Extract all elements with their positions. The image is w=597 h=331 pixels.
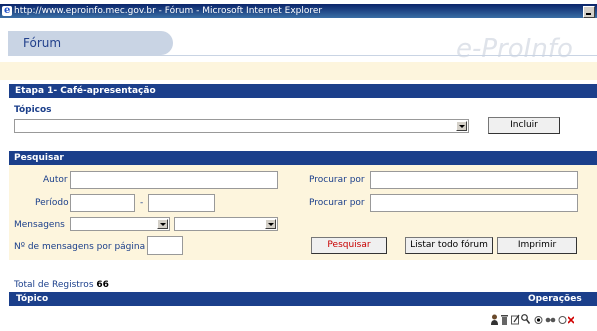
total-records-label: Total de Registros <box>14 280 94 290</box>
mensagens-select-1[interactable] <box>70 217 170 231</box>
column-header-topico: Tópico <box>16 294 49 304</box>
imprimir-button[interactable]: Imprimir <box>497 237 577 254</box>
autor-input[interactable] <box>70 171 278 189</box>
forum-tab-label: Fórum <box>23 36 62 50</box>
edit-icon[interactable] <box>511 314 520 325</box>
user-icon[interactable] <box>490 314 499 325</box>
etapa-title: Etapa 1- Café-apresentação <box>15 86 156 96</box>
search-icon[interactable] <box>521 314 530 325</box>
mensagens-select-2[interactable] <box>174 217 278 231</box>
header-band <box>0 62 597 80</box>
browser-titlebar: e http://www.eproinfo.mec.gov.br - Fórum… <box>0 4 597 18</box>
procurar-input-2[interactable] <box>370 194 578 212</box>
listar-todo-forum-button[interactable]: Listar todo fórum <box>405 237 493 254</box>
window-title: http://www.eproinfo.mec.gov.br - Fórum -… <box>14 6 323 16</box>
search-section-title: Pesquisar <box>14 153 64 163</box>
eproinfo-logo: e-ProInfo <box>456 34 573 64</box>
chevron-down-icon[interactable] <box>456 121 467 131</box>
procurar-label-1: Procurar por <box>309 175 365 185</box>
results-table-header <box>9 292 597 306</box>
topicos-label: Tópicos <box>14 105 52 115</box>
delete-icon[interactable] <box>500 314 509 325</box>
topicos-select[interactable] <box>14 119 469 133</box>
radio-icon[interactable] <box>558 314 567 325</box>
procurar-input-1[interactable] <box>370 171 578 189</box>
periodo-label: Período <box>35 198 69 208</box>
ie-icon: e <box>2 5 12 16</box>
total-records-value: 66 <box>96 280 109 290</box>
glasses-icon[interactable] <box>545 314 556 325</box>
header-divider <box>8 55 597 56</box>
periodo-start-input[interactable] <box>70 194 135 212</box>
chevron-down-icon[interactable] <box>157 219 168 229</box>
msgs-per-page-input[interactable] <box>147 236 183 255</box>
total-records: Total de Registros 66 <box>14 280 109 290</box>
autor-label: Autor <box>43 175 68 185</box>
mensagens-label: Mensagens <box>14 220 65 230</box>
periodo-separator: - <box>140 198 144 208</box>
close-icon[interactable] <box>568 314 574 325</box>
radio-selected-icon[interactable] <box>534 314 543 325</box>
msgs-per-page-label: Nº de mensagens por página <box>14 242 146 252</box>
search-section-bar: Pesquisar <box>9 151 597 165</box>
etapa-title-bar: Etapa 1- Café-apresentação <box>9 84 597 98</box>
incluir-button[interactable]: Incluir <box>488 117 560 134</box>
chevron-down-icon[interactable] <box>265 219 276 229</box>
procurar-label-2: Procurar por <box>309 198 365 208</box>
periodo-end-input[interactable] <box>148 194 215 212</box>
pesquisar-button[interactable]: Pesquisar <box>311 237 387 254</box>
minimize-button[interactable] <box>583 6 595 18</box>
column-header-operacoes: Operações <box>528 294 582 304</box>
